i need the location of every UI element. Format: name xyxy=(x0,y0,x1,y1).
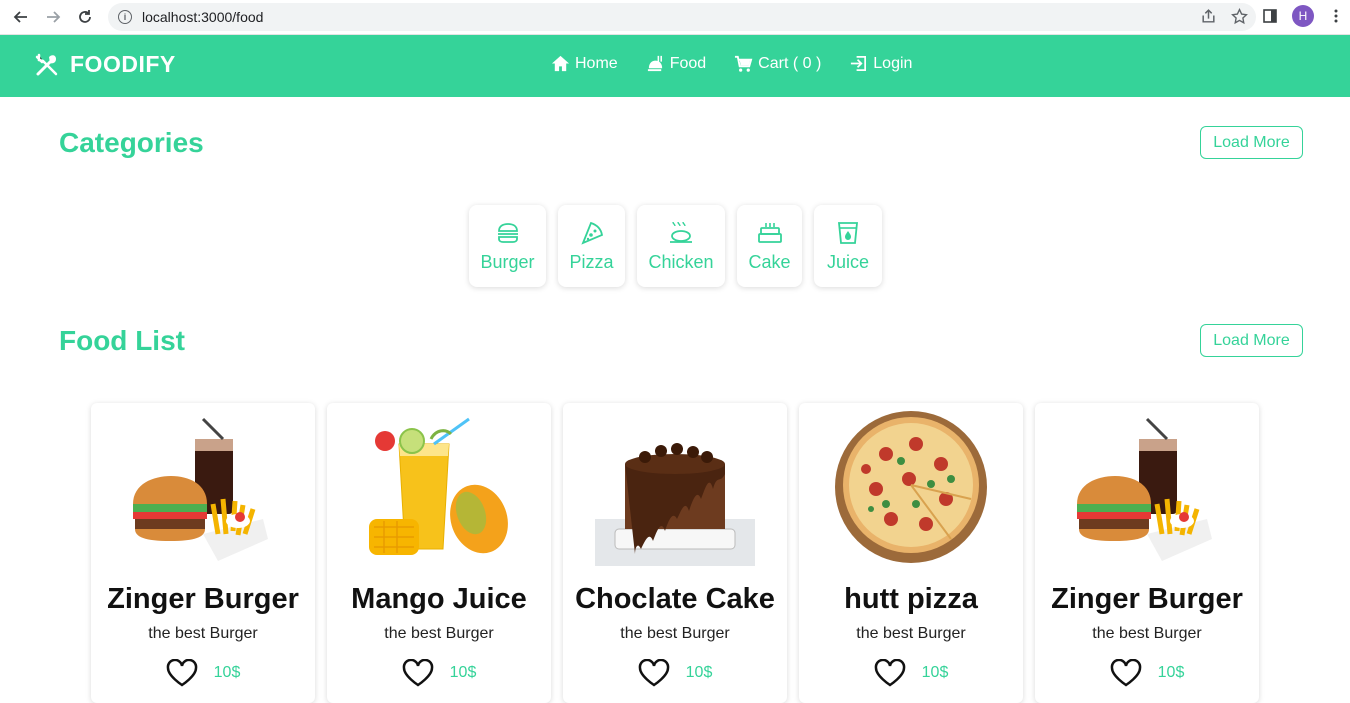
category-label: Juice xyxy=(826,251,870,272)
food-name: hutt pizza xyxy=(844,583,978,615)
back-icon[interactable] xyxy=(10,6,32,28)
heart-icon[interactable] xyxy=(638,659,670,687)
food-description: the best Burger xyxy=(148,625,258,642)
chocolate-cake-image xyxy=(595,443,755,566)
bookmark-star-icon[interactable] xyxy=(1231,8,1248,25)
nav-login-label: Login xyxy=(873,54,913,72)
category-label: Pizza xyxy=(569,251,614,272)
forward-icon[interactable] xyxy=(42,6,64,28)
url-text: localhost:3000/food xyxy=(142,9,264,25)
utensils-icon xyxy=(35,53,58,75)
food-description: the best Burger xyxy=(384,625,494,642)
browser-toolbar: i localhost:3000/food H xyxy=(0,0,1350,35)
category-chicken[interactable]: Chicken xyxy=(637,205,725,287)
food-description: the best Burger xyxy=(1092,625,1202,642)
heart-icon[interactable] xyxy=(166,659,198,687)
category-cake[interactable]: Cake xyxy=(737,205,802,287)
burger-icon xyxy=(497,222,518,243)
food-description: the best Burger xyxy=(856,625,966,642)
categories-header: Categories Load More xyxy=(59,126,1303,159)
burger-combo-image xyxy=(133,417,268,561)
category-pizza[interactable]: Pizza xyxy=(558,205,625,287)
food-list-load-more-button[interactable]: Load More xyxy=(1200,324,1303,357)
category-label: Cake xyxy=(748,251,791,272)
food-name: Zinger Burger xyxy=(107,583,299,615)
food-price: 10$ xyxy=(685,664,713,681)
share-icon[interactable] xyxy=(1200,8,1217,25)
mango-juice-image xyxy=(369,417,508,555)
card-footer: 10$ xyxy=(799,659,1023,687)
nav-cart-label: Cart ( 0 ) xyxy=(758,54,822,72)
card-footer: 10$ xyxy=(327,659,551,687)
login-icon xyxy=(851,55,867,72)
category-burger[interactable]: Burger xyxy=(469,205,546,287)
category-list: Burger Pizza Chicken Cake Juice xyxy=(469,205,882,287)
brand[interactable]: FOODIFY xyxy=(34,51,176,78)
nav-cart[interactable]: Cart ( 0 ) xyxy=(734,54,821,73)
cart-icon xyxy=(735,55,753,72)
heart-icon[interactable] xyxy=(1110,659,1142,687)
food-price: 10$ xyxy=(213,664,241,681)
side-panel-icon[interactable] xyxy=(1262,8,1278,24)
food-list-title: Food List xyxy=(59,324,185,356)
food-name: Mango Juice xyxy=(351,583,527,615)
food-card[interactable]: Choclate Cake the best Burger 10$ xyxy=(563,403,787,703)
main-nav: Home Food Cart ( 0 ) Login xyxy=(551,54,912,73)
heart-icon[interactable] xyxy=(402,659,434,687)
home-icon xyxy=(551,55,570,72)
category-label: Burger xyxy=(480,251,535,272)
pizza-icon xyxy=(580,221,603,245)
food-card[interactable]: hutt pizza the best Burger 10$ xyxy=(799,403,1023,703)
nav-home[interactable]: Home xyxy=(551,54,618,73)
food-card-list: Zinger Burger the best Burger 10$ Mango … xyxy=(91,403,1259,703)
address-bar[interactable]: i localhost:3000/food xyxy=(108,3,1256,31)
profile-avatar[interactable]: H xyxy=(1292,5,1314,27)
food-card[interactable]: Mango Juice the best Burger 10$ xyxy=(327,403,551,703)
food-name: Zinger Burger xyxy=(1051,583,1243,615)
food-icon xyxy=(647,55,662,72)
site-info-icon[interactable]: i xyxy=(118,10,132,24)
reload-icon[interactable] xyxy=(74,6,96,28)
card-footer: 10$ xyxy=(1035,659,1259,687)
categories-title: Categories xyxy=(59,126,204,158)
nav-food-label: Food xyxy=(669,54,707,72)
pizza-image xyxy=(835,411,987,563)
card-footer: 10$ xyxy=(563,659,787,687)
cake-icon xyxy=(757,222,782,243)
food-card[interactable]: Zinger Burger the best Burger 10$ xyxy=(91,403,315,703)
food-list-header: Food List Load More xyxy=(59,324,1303,357)
chicken-icon xyxy=(670,221,692,243)
food-description: the best Burger xyxy=(620,625,730,642)
food-price: 10$ xyxy=(449,664,477,681)
card-footer: 10$ xyxy=(91,659,315,687)
food-price: 10$ xyxy=(1157,664,1185,681)
nav-login[interactable]: Login xyxy=(849,54,912,73)
burger-combo-image xyxy=(1077,417,1212,561)
heart-icon[interactable] xyxy=(874,659,906,687)
category-label: Chicken xyxy=(648,251,714,272)
category-juice[interactable]: Juice xyxy=(814,205,882,287)
juice-icon xyxy=(838,221,858,244)
brand-title: FOODIFY xyxy=(70,51,176,77)
nav-home-label: Home xyxy=(575,54,618,72)
app-header: FOODIFY Home Food Cart ( 0 ) Login xyxy=(0,35,1350,97)
nav-food[interactable]: Food xyxy=(646,54,706,73)
categories-load-more-button[interactable]: Load More xyxy=(1200,126,1303,159)
menu-dots-icon[interactable] xyxy=(1328,8,1344,24)
food-name: Choclate Cake xyxy=(575,583,775,615)
food-card[interactable]: Zinger Burger the best Burger 10$ xyxy=(1035,403,1259,703)
food-price: 10$ xyxy=(921,664,949,681)
